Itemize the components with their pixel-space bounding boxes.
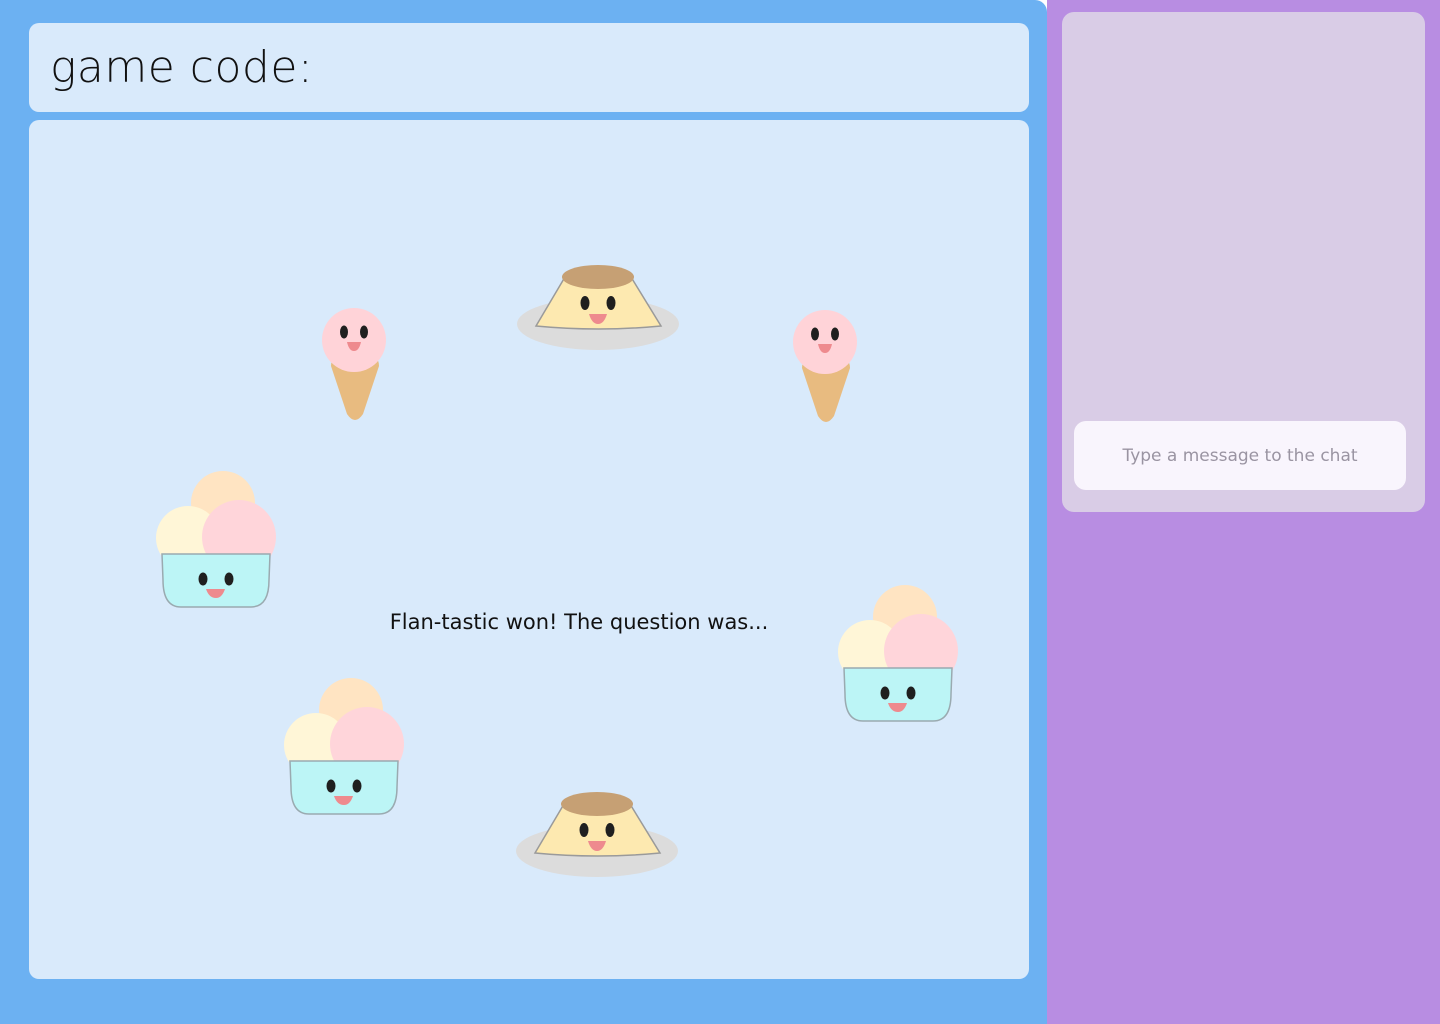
game-area: game code: Flan-tastic won! The question…: [0, 0, 1047, 1024]
flan-icon: [517, 265, 679, 350]
ice-cream-cone-icon: [322, 308, 386, 420]
ice-cream-bowl-icon: [838, 585, 958, 722]
game-board: Flan-tastic won! The question was...: [29, 120, 1029, 979]
chat-message-input[interactable]: [1074, 421, 1406, 490]
ice-cream-bowl-icon: [284, 678, 404, 815]
game-code-bar: game code:: [29, 23, 1029, 112]
round-result-message: Flan-tastic won! The question was...: [389, 610, 769, 634]
ice-cream-cone-icon: [793, 310, 857, 422]
chat-panel: [1062, 12, 1425, 512]
ice-cream-bowl-icon: [156, 471, 276, 608]
chat-sidebar: [1047, 0, 1440, 1024]
game-code-label: game code:: [50, 42, 314, 93]
flan-icon: [516, 792, 678, 877]
